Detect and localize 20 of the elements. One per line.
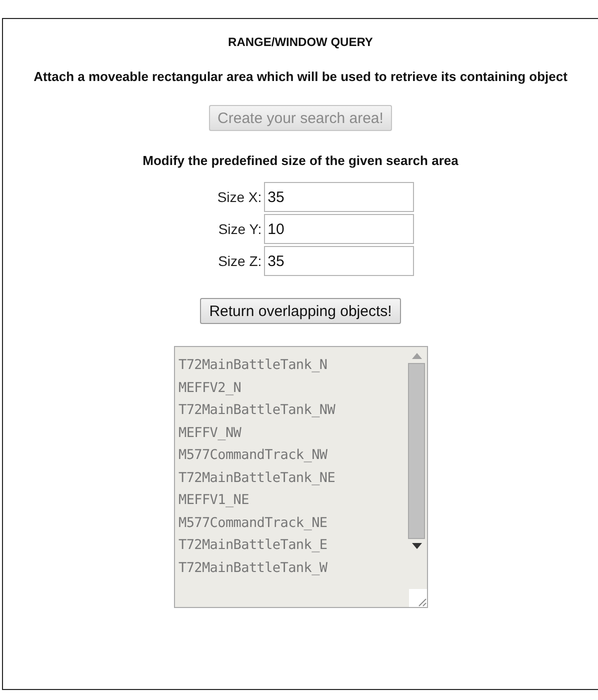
return-objects-button[interactable]: Return overlapping objects! [200, 298, 401, 324]
result-item: M577CommandTrack_NW [178, 446, 328, 465]
size-input[interactable]: 35 [264, 182, 414, 212]
size-input[interactable]: 35 [264, 246, 414, 276]
section-title: RANGE/WINDOW QUERY [228, 35, 373, 49]
result-item: MEFFV_NW [178, 424, 242, 442]
description-text: Attach a moveable rectangular area which will be used to retrieve its containing object [32, 69, 568, 85]
result-item: MEFFV1_NE [178, 491, 250, 510]
size-heading: Modify the predefined size of the given search area [142, 153, 458, 168]
size-label: Size Z: [218, 253, 262, 269]
size-label: Size Y: [218, 221, 262, 237]
result-item: T72MainBattleTank_NW [178, 401, 336, 420]
size-input[interactable]: 10 [264, 214, 414, 244]
result-item: T72MainBattleTank_E [178, 536, 328, 555]
result-item: T72MainBattleTank_N [178, 356, 328, 375]
result-item: MEFFV2_N [178, 378, 242, 398]
result-item: M577CommandTrack_NE [178, 514, 328, 532]
size-label: Size X: [217, 189, 262, 205]
result-item: T72MainBattleTank_W [178, 558, 328, 578]
result-item: T72MainBattleTank_NE [178, 468, 336, 488]
